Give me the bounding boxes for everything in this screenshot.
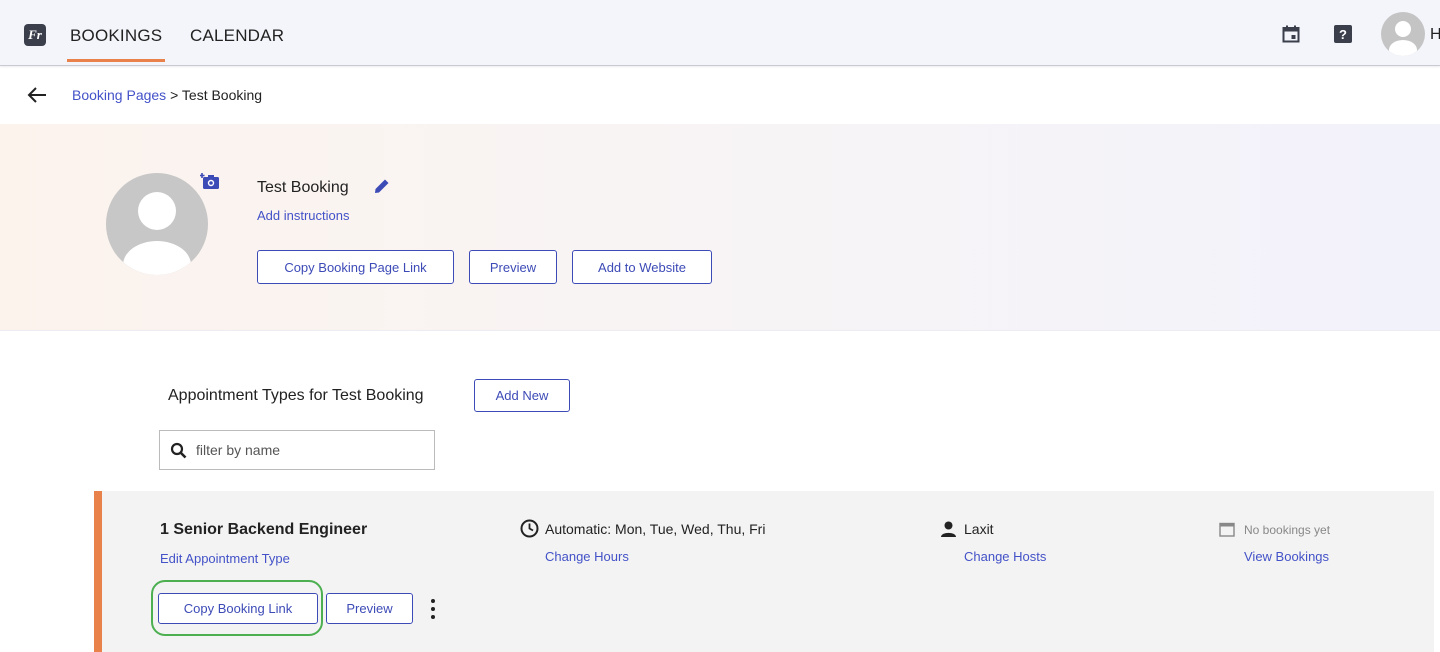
breadcrumb-booking-pages[interactable]: Booking Pages xyxy=(72,87,166,103)
copy-booking-link-button[interactable]: Copy Booking Link xyxy=(158,593,318,624)
preview-appointment-button[interactable]: Preview xyxy=(326,593,413,624)
search-icon xyxy=(170,442,187,459)
app-logo[interactable]: Fr xyxy=(24,24,46,46)
change-hours-link[interactable]: Change Hours xyxy=(545,549,629,564)
tab-bookings[interactable]: BOOKINGS xyxy=(66,26,166,62)
top-navigation-bar: Fr BOOKINGS CALENDAR ? H xyxy=(0,0,1440,66)
tab-calendar[interactable]: CALENDAR xyxy=(190,26,284,46)
preview-page-button[interactable]: Preview xyxy=(469,250,557,284)
clock-icon xyxy=(520,519,539,538)
help-icon[interactable]: ? xyxy=(1334,25,1352,43)
change-hosts-link[interactable]: Change Hosts xyxy=(964,549,1046,564)
add-instructions-link[interactable]: Add instructions xyxy=(257,208,350,223)
filter-box xyxy=(159,430,435,470)
appointment-hours: Automatic: Mon, Tue, Wed, Thu, Fri xyxy=(545,521,766,537)
breadcrumb-separator: > xyxy=(170,87,179,103)
calendar-small-icon xyxy=(1219,522,1235,537)
back-arrow-icon[interactable] xyxy=(26,85,48,105)
bookings-status: No bookings yet xyxy=(1244,523,1331,537)
user-avatar[interactable] xyxy=(1381,12,1425,56)
more-options-icon[interactable] xyxy=(426,597,440,621)
appointment-host: Laxit xyxy=(964,521,994,537)
appointment-name: 1 Senior Backend Engineer xyxy=(160,521,368,538)
edit-appointment-type-link[interactable]: Edit Appointment Type xyxy=(160,551,290,566)
booking-page-avatar[interactable] xyxy=(106,173,208,275)
user-name-truncated: H xyxy=(1430,26,1440,43)
appointment-types-heading: Appointment Types for Test Booking xyxy=(168,387,424,404)
user-silhouette-icon xyxy=(123,192,191,275)
edit-pencil-icon[interactable] xyxy=(372,176,392,196)
calendar-icon[interactable] xyxy=(1282,25,1300,43)
person-icon xyxy=(941,521,956,537)
filter-input[interactable] xyxy=(196,440,426,460)
breadcrumb-current: Test Booking xyxy=(181,87,263,103)
add-photo-icon[interactable] xyxy=(200,172,222,190)
page-title: Test Booking xyxy=(257,179,349,196)
add-to-website-button[interactable]: Add to Website xyxy=(572,250,712,284)
copy-booking-page-link-button[interactable]: Copy Booking Page Link xyxy=(257,250,454,284)
user-silhouette-icon xyxy=(1389,21,1417,56)
booking-page-header xyxy=(0,124,1440,331)
add-new-button[interactable]: Add New xyxy=(474,379,570,412)
view-bookings-link[interactable]: View Bookings xyxy=(1244,549,1329,564)
breadcrumb: Booking Pages > Test Booking xyxy=(72,87,262,103)
